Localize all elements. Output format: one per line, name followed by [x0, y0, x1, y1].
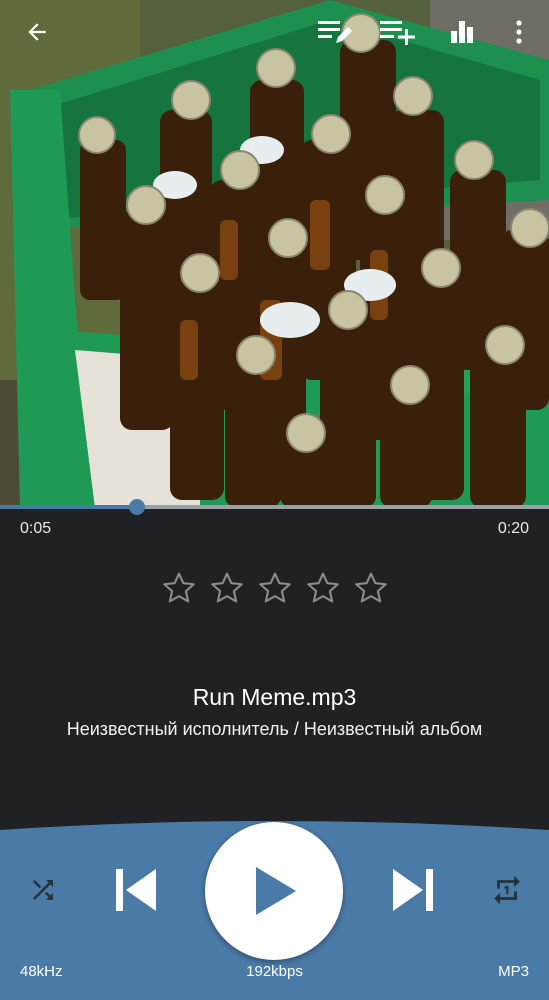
repeat-button[interactable]	[482, 868, 532, 912]
star-icon[interactable]	[161, 570, 197, 606]
elapsed-time: 0:05	[20, 520, 52, 537]
more-options-button[interactable]	[497, 10, 541, 54]
artist-album: Неизвестный исполнитель / Неизвестный ал…	[66, 719, 483, 739]
star-icon[interactable]	[353, 570, 389, 606]
seek-bar-progress	[0, 505, 138, 509]
shuffle-button[interactable]	[18, 868, 68, 912]
star-icon[interactable]	[257, 570, 293, 606]
seek-bar[interactable]	[0, 499, 549, 515]
star-icon[interactable]	[209, 570, 245, 606]
playlist-add-icon	[380, 21, 415, 45]
star-icon[interactable]	[305, 570, 341, 606]
arrow-left-icon	[28, 23, 46, 41]
rating-stars	[0, 570, 549, 610]
seek-bar-thumb[interactable]	[129, 499, 146, 515]
repeat-one-icon	[494, 875, 520, 905]
skip-previous-icon	[116, 869, 156, 911]
album-art	[0, 0, 549, 508]
previous-button[interactable]	[106, 864, 164, 916]
playback-controls: 48kHz 192kbps MP3	[0, 820, 549, 1000]
bitrate: 192kbps	[246, 963, 303, 980]
album-art-image	[0, 0, 549, 508]
back-button[interactable]	[15, 10, 59, 54]
shuffle-icon	[33, 880, 53, 900]
file-format: MP3	[498, 963, 529, 980]
more-vert-icon	[516, 20, 522, 44]
play-button[interactable]	[205, 822, 343, 960]
track-duration: 0:20	[497, 520, 529, 537]
playlist-edit-icon	[318, 21, 352, 43]
skip-next-icon	[393, 869, 433, 911]
equalizer-button[interactable]	[440, 10, 484, 54]
edit-queue-button[interactable]	[312, 10, 356, 54]
equalizer-icon	[451, 21, 473, 43]
add-to-playlist-button[interactable]	[375, 10, 419, 54]
play-icon	[256, 867, 296, 915]
track-title: Run Meme.mp3	[192, 684, 357, 710]
top-bar	[0, 0, 549, 66]
next-button[interactable]	[385, 864, 443, 916]
